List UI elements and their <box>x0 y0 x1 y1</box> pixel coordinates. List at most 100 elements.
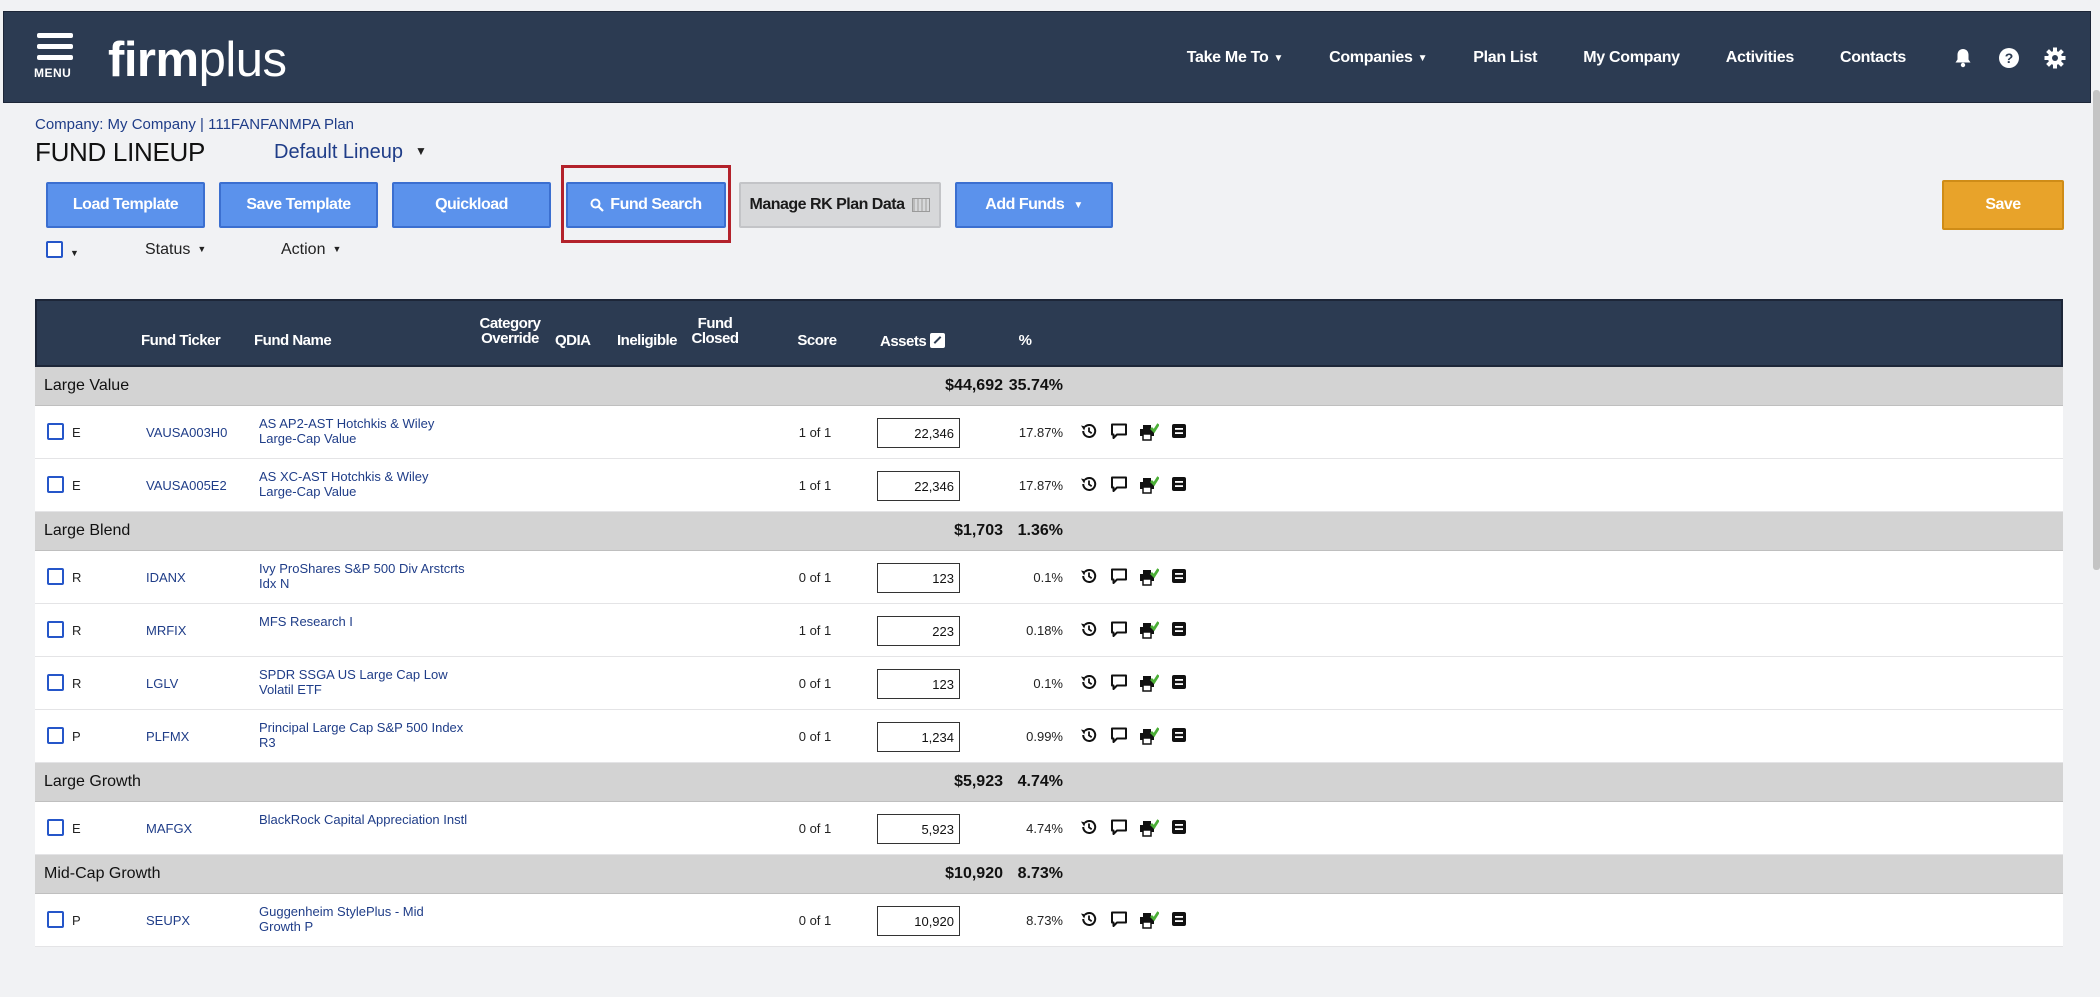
history-icon[interactable] <box>1079 566 1099 586</box>
printer-check-icon[interactable] <box>1139 725 1159 745</box>
help-icon[interactable]: ? <box>1998 47 2020 69</box>
fund-ticker-link[interactable]: SEUPX <box>146 913 190 928</box>
details-icon[interactable] <box>1169 725 1189 745</box>
nav-companies[interactable]: Companies ▼ <box>1329 49 1427 67</box>
details-icon[interactable] <box>1169 672 1189 692</box>
add-funds-button[interactable]: Add Funds ▼ <box>955 182 1113 228</box>
assets-input[interactable]: 5,923 <box>877 814 960 844</box>
details-icon[interactable] <box>1169 817 1189 837</box>
printer-check-icon[interactable] <box>1139 421 1159 441</box>
header-qdia[interactable]: QDIA <box>555 333 591 348</box>
fund-ticker-link[interactable]: MAFGX <box>146 821 192 836</box>
fund-ticker-link[interactable]: IDANX <box>146 570 186 585</box>
fund-ticker-link[interactable]: LGLV <box>146 676 178 691</box>
row-checkbox[interactable] <box>47 476 64 493</box>
details-icon[interactable] <box>1169 421 1189 441</box>
nav-take-me-to[interactable]: Take Me To ▼ <box>1187 49 1284 67</box>
breadcrumb[interactable]: Company: My Company | 111FANFANMPA Plan <box>35 116 354 133</box>
fund-name-link[interactable]: BlackRock Capital Appreciation Instl <box>259 812 469 827</box>
comment-icon[interactable] <box>1109 817 1129 837</box>
save-template-button[interactable]: Save Template <box>219 182 378 228</box>
printer-check-icon[interactable] <box>1139 817 1159 837</box>
printer-check-icon[interactable] <box>1139 474 1159 494</box>
assets-input[interactable]: 1,234 <box>877 722 960 752</box>
comment-icon[interactable] <box>1109 725 1129 745</box>
firmplus-logo[interactable]: firmplus <box>108 32 287 88</box>
row-checkbox[interactable] <box>47 621 64 638</box>
fund-ticker-link[interactable]: MRFIX <box>146 623 186 638</box>
bell-icon[interactable] <box>1952 47 1974 69</box>
header-category-override[interactable]: Category Override <box>475 316 545 346</box>
printer-check-icon[interactable] <box>1139 566 1159 586</box>
comment-icon[interactable] <box>1109 909 1129 929</box>
status-filter[interactable]: Status ▼ <box>145 241 206 263</box>
assets-input[interactable]: 123 <box>877 669 960 699</box>
fund-name-link[interactable]: AS AP2-AST Hotchkis & Wiley Large-Cap Va… <box>259 416 469 446</box>
assets-input[interactable]: 22,346 <box>877 418 960 448</box>
details-icon[interactable] <box>1169 566 1189 586</box>
header-fund-closed[interactable]: Fund Closed <box>687 316 743 346</box>
select-all-checkbox[interactable] <box>46 241 63 258</box>
printer-check-icon[interactable] <box>1139 909 1159 929</box>
history-icon[interactable] <box>1079 619 1099 639</box>
load-template-button[interactable]: Load Template <box>46 182 205 228</box>
details-icon[interactable] <box>1169 619 1189 639</box>
row-checkbox[interactable] <box>47 568 64 585</box>
header-fund-ticker[interactable]: Fund Ticker <box>141 333 221 348</box>
history-icon[interactable] <box>1079 672 1099 692</box>
comment-icon[interactable] <box>1109 421 1129 441</box>
row-checkbox[interactable] <box>47 674 64 691</box>
comment-icon[interactable] <box>1109 672 1129 692</box>
details-icon[interactable] <box>1169 474 1189 494</box>
header-fund-name[interactable]: Fund Name <box>254 333 332 348</box>
save-button[interactable]: Save <box>1942 180 2064 230</box>
nav-activities[interactable]: Activities <box>1726 49 1794 67</box>
fund-ticker-link[interactable]: VAUSA003H0 <box>146 425 227 440</box>
edit-icon[interactable] <box>930 333 946 348</box>
row-checkbox[interactable] <box>47 819 64 836</box>
printer-check-icon[interactable] <box>1139 672 1159 692</box>
assets-input[interactable]: 10,920 <box>877 906 960 936</box>
history-icon[interactable] <box>1079 817 1099 837</box>
fund-ticker-link[interactable]: VAUSA005E2 <box>146 478 227 493</box>
header-percent[interactable]: % <box>1015 333 1035 348</box>
page-scrollbar[interactable] <box>2093 90 2100 570</box>
lineup-select[interactable]: Default Lineup ▼ <box>274 141 427 164</box>
row-checkbox[interactable] <box>47 911 64 928</box>
fund-name-link[interactable]: Guggenheim StylePlus - Mid Growth P <box>259 904 469 934</box>
assets-input[interactable]: 123 <box>877 563 960 593</box>
row-actions <box>1079 566 1189 586</box>
history-icon[interactable] <box>1079 725 1099 745</box>
assets-input[interactable]: 22,346 <box>877 471 960 501</box>
select-all-control[interactable]: ▼ <box>46 241 79 263</box>
history-icon[interactable] <box>1079 421 1099 441</box>
nav-plan-list[interactable]: Plan List <box>1473 49 1537 67</box>
fund-name-link[interactable]: AS XC-AST Hotchkis & Wiley Large-Cap Val… <box>259 469 469 499</box>
table-body: Large Value $44,692 35.74% E VAUSA003H0 AS AP… <box>35 367 2063 947</box>
header-score[interactable]: Score <box>787 333 847 348</box>
menu-button[interactable]: MENU <box>34 33 78 89</box>
fund-name-link[interactable]: SPDR SSGA US Large Cap Low Volatil ETF <box>259 667 469 697</box>
header-assets[interactable]: Assets <box>880 333 946 349</box>
details-icon[interactable] <box>1169 909 1189 929</box>
nav-my-company[interactable]: My Company <box>1583 49 1680 67</box>
printer-check-icon[interactable] <box>1139 619 1159 639</box>
history-icon[interactable] <box>1079 474 1099 494</box>
comment-icon[interactable] <box>1109 566 1129 586</box>
fund-name-link[interactable]: Ivy ProShares S&P 500 Div Arstcrts Idx N <box>259 561 469 591</box>
row-checkbox[interactable] <box>47 423 64 440</box>
comment-icon[interactable] <box>1109 619 1129 639</box>
gear-icon[interactable] <box>2044 47 2066 69</box>
assets-input[interactable]: 223 <box>877 616 960 646</box>
row-checkbox[interactable] <box>47 727 64 744</box>
manage-rk-plan-data-button[interactable]: Manage RK Plan Data <box>739 182 941 228</box>
action-filter[interactable]: Action ▼ <box>281 241 341 263</box>
history-icon[interactable] <box>1079 909 1099 929</box>
fund-name-link[interactable]: MFS Research I <box>259 614 469 629</box>
quickload-button[interactable]: Quickload <box>392 182 551 228</box>
fund-ticker-link[interactable]: PLFMX <box>146 729 189 744</box>
nav-contacts[interactable]: Contacts <box>1840 49 1906 67</box>
comment-icon[interactable] <box>1109 474 1129 494</box>
fund-name-link[interactable]: Principal Large Cap S&P 500 Index R3 <box>259 720 469 750</box>
header-ineligible[interactable]: Ineligible <box>617 333 678 348</box>
